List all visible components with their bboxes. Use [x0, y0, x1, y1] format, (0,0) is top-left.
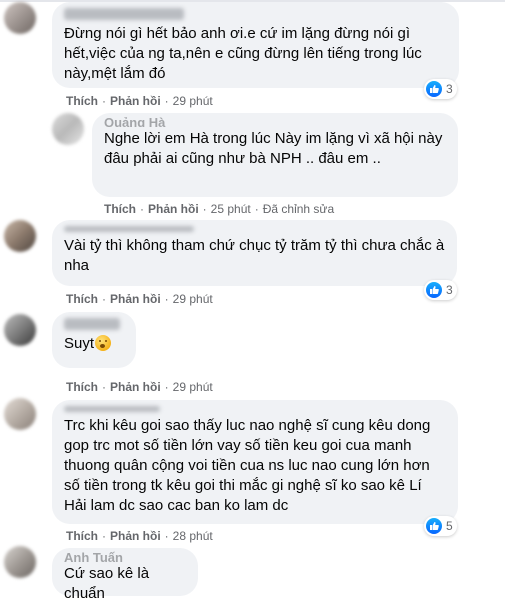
comment-bubble: Đừng nói gì hết bảo anh ơi.e cứ im lặng …: [52, 2, 459, 88]
hush-face-emoji-icon: [95, 335, 112, 351]
avatar[interactable]: [4, 398, 36, 430]
comment-text: Đừng nói gì hết bảo anh ơi.e cứ im lặng …: [64, 25, 426, 82]
comment-actions: Thích · Phản hồi · 28 phút: [66, 528, 213, 544]
like-thumb-icon: [426, 282, 442, 298]
timestamp[interactable]: 29 phút: [173, 380, 213, 394]
like-link[interactable]: Thích: [66, 529, 98, 543]
avatar[interactable]: [4, 314, 36, 346]
comment-actions: Thích · Phản hồi · 29 phút: [66, 379, 213, 395]
avatar[interactable]: [4, 220, 36, 252]
separator-dot: ·: [254, 202, 259, 216]
reaction-number: 5: [446, 519, 453, 533]
reaction-count[interactable]: 3: [424, 79, 457, 99]
reaction-number: 3: [446, 283, 453, 297]
comment-bubble: Anh Tuấn Cứ sao kê là chuẩn: [52, 548, 198, 602]
timestamp[interactable]: 28 phút: [173, 529, 213, 543]
comment-actions: Thích · Phản hồi · 25 phút · Đã chỉnh sử…: [104, 201, 334, 217]
reply-link[interactable]: Phản hồi: [148, 202, 199, 216]
separator-dot: ·: [102, 292, 106, 306]
comment-text: Trc khi kêu goi sao thấy luc nao nghệ sĩ…: [64, 417, 435, 514]
comment-text: Vài tỷ thì không tham chứ chục tỷ trăm t…: [64, 237, 449, 274]
commenter-name[interactable]: [64, 406, 160, 412]
avatar[interactable]: [52, 113, 84, 145]
separator-dot: ·: [140, 202, 144, 216]
reply-link[interactable]: Phản hồi: [110, 380, 161, 394]
like-link[interactable]: Thích: [104, 202, 136, 216]
comment-bubble: Suyt: [52, 312, 136, 368]
separator-dot: ·: [164, 380, 169, 394]
like-link[interactable]: Thích: [66, 94, 98, 108]
commenter-name[interactable]: [64, 226, 194, 232]
like-thumb-icon: [426, 518, 442, 534]
comment-text: Nghe lời em Hà trong lúc Này im lặng vì …: [104, 130, 447, 167]
like-link[interactable]: Thích: [66, 292, 98, 306]
comment-text-line: Suyt: [64, 334, 124, 354]
reaction-number: 3: [446, 82, 453, 96]
comment-text: Suyt: [64, 335, 95, 352]
commenter-name[interactable]: [64, 318, 120, 330]
comment-actions: Thích · Phản hồi · 29 phút: [66, 291, 213, 307]
comment-bubble: Quảng Hà Nghe lời em Hà trong lúc Này im…: [92, 113, 458, 197]
comment-text: Cứ sao kê là chuẩn: [64, 565, 154, 602]
commenter-name[interactable]: [64, 8, 184, 20]
separator-dot: ·: [102, 380, 106, 394]
avatar[interactable]: [4, 546, 36, 578]
like-thumb-icon: [426, 81, 442, 97]
comment-actions: Thích · Phản hồi · 29 phút: [66, 93, 213, 109]
separator-dot: ·: [102, 529, 106, 543]
edited-label[interactable]: Đã chỉnh sửa: [263, 202, 334, 216]
avatar[interactable]: [4, 2, 36, 34]
reply-link[interactable]: Phản hồi: [110, 94, 161, 108]
separator-dot: ·: [164, 529, 169, 543]
reply-link[interactable]: Phản hồi: [110, 292, 161, 306]
reaction-count[interactable]: 3: [424, 280, 457, 300]
reaction-count[interactable]: 5: [424, 516, 457, 536]
separator-dot: ·: [164, 94, 169, 108]
commenter-name[interactable]: Quảng Hà: [104, 115, 446, 127]
comment-bubble: Trc khi kêu goi sao thấy luc nao nghệ sĩ…: [52, 400, 458, 524]
separator-dot: ·: [102, 94, 106, 108]
separator-dot: ·: [202, 202, 207, 216]
separator-dot: ·: [164, 292, 169, 306]
commenter-name[interactable]: Anh Tuấn: [64, 550, 186, 562]
timestamp[interactable]: 25 phút: [211, 202, 251, 216]
comment-bubble: Vài tỷ thì không tham chứ chục tỷ trăm t…: [52, 220, 457, 286]
like-link[interactable]: Thích: [66, 380, 98, 394]
reply-link[interactable]: Phản hồi: [110, 529, 161, 543]
timestamp[interactable]: 29 phút: [173, 292, 213, 306]
timestamp[interactable]: 29 phút: [173, 94, 213, 108]
